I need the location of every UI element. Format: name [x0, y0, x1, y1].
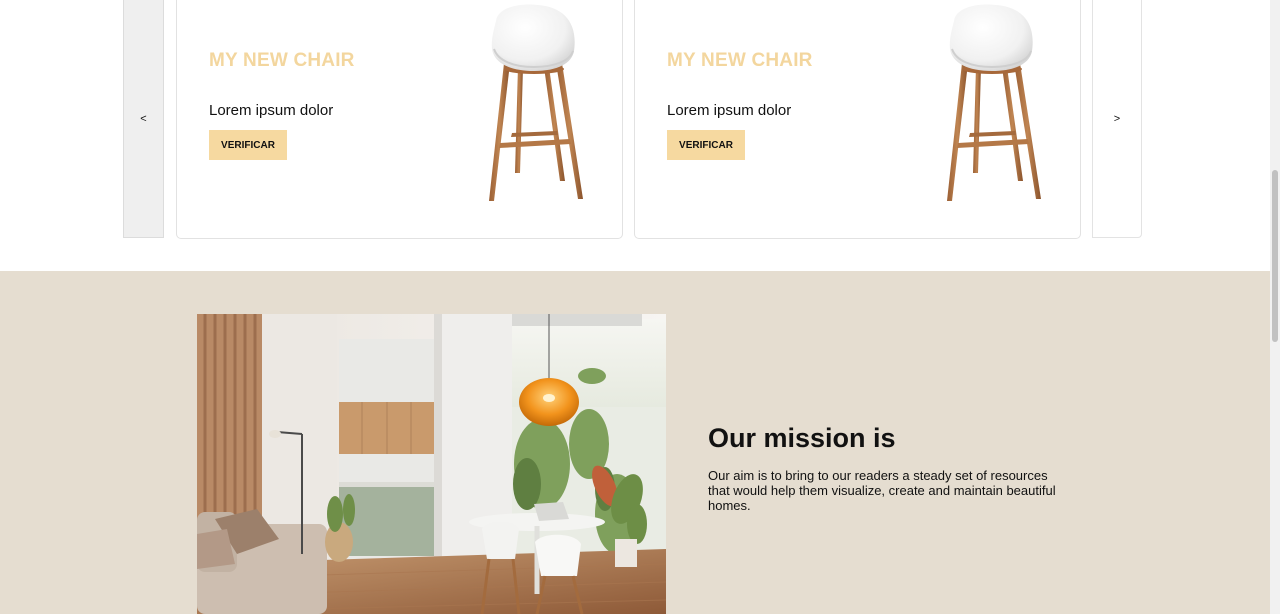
- carousel-prev-button[interactable]: <: [123, 0, 164, 238]
- product-description: Lorem ipsum dolor: [209, 102, 334, 119]
- carousel-next-button[interactable]: >: [1092, 0, 1142, 238]
- page-scrollbar[interactable]: [1270, 0, 1280, 614]
- product-title: MY NEW CHAIR: [667, 50, 813, 71]
- mission-text: Our aim is to bring to our readers a ste…: [708, 468, 1056, 513]
- mission-title: Our mission is: [708, 423, 896, 453]
- verify-button[interactable]: VERIFICAR: [667, 130, 745, 160]
- verify-button[interactable]: VERIFICAR: [209, 130, 287, 160]
- interior-room-image: [197, 314, 666, 614]
- chair-image: [947, 4, 1041, 201]
- page: < MY NEW CHAIR Lorem ipsum dolor VERIFIC…: [0, 0, 1270, 614]
- product-description: Lorem ipsum dolor: [667, 102, 792, 119]
- scrollbar-thumb[interactable]: [1272, 170, 1278, 342]
- chair-image: [489, 4, 583, 201]
- product-card: MY NEW CHAIR Lorem ipsum dolor VERIFICAR: [176, 0, 623, 239]
- mission-section: Our mission is Our aim is to bring to ou…: [0, 271, 1270, 614]
- product-card: MY NEW CHAIR Lorem ipsum dolor VERIFICAR: [634, 0, 1081, 239]
- product-carousel: < MY NEW CHAIR Lorem ipsum dolor VERIFIC…: [0, 0, 1270, 271]
- product-title: MY NEW CHAIR: [209, 50, 355, 71]
